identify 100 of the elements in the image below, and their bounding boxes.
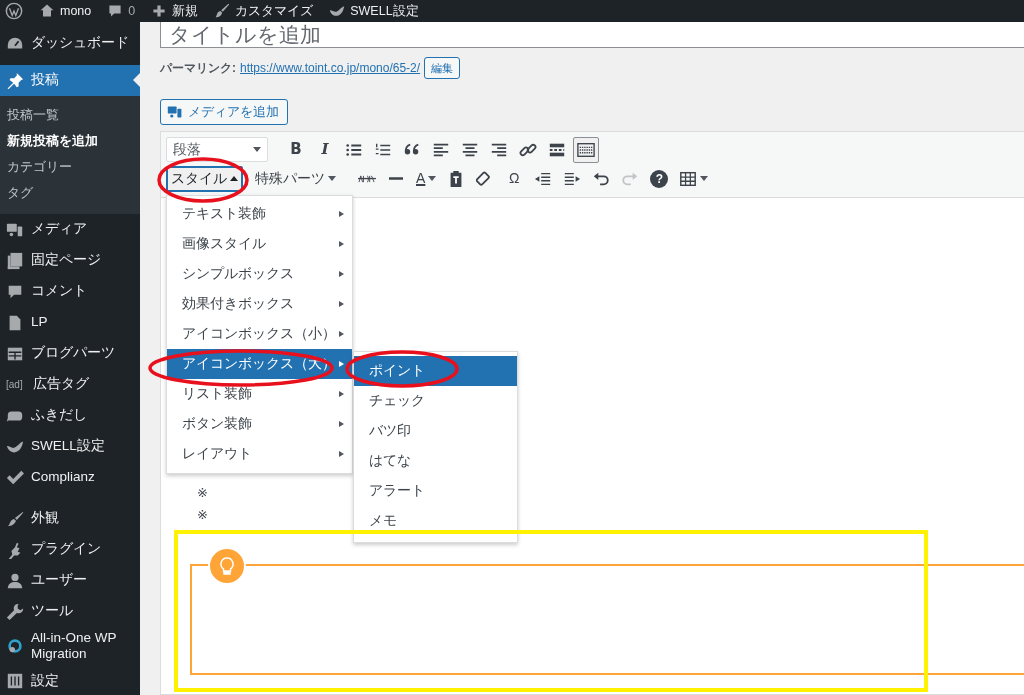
menu-item[interactable]: シンプルボックス xyxy=(167,259,352,289)
submenu-arrow-icon xyxy=(339,361,344,367)
text-line: ※ xyxy=(197,484,208,502)
sidebar-label: プラグイン xyxy=(31,541,101,558)
keyboard-icon xyxy=(577,140,595,159)
sidebar-item[interactable]: 設定 xyxy=(0,665,140,695)
sidebar-label: コメント xyxy=(31,283,87,300)
submenu-arrow-icon xyxy=(339,271,344,277)
submenu-item[interactable]: 投稿一覧 xyxy=(0,102,140,128)
sidebar-item[interactable]: プラグイン xyxy=(0,534,140,565)
bold-button[interactable]: B xyxy=(283,136,309,163)
edit-button[interactable]: 編集 xyxy=(424,57,461,79)
permalink-label: パーマリンク: xyxy=(160,60,236,77)
sidebar-item[interactable]: ツール xyxy=(0,596,140,627)
caret-icon xyxy=(328,176,336,181)
media-icon xyxy=(167,104,183,120)
horizontal-line-icon xyxy=(389,177,403,180)
menu-item[interactable]: チェック xyxy=(354,386,517,416)
sidebar-item[interactable]: 投稿 xyxy=(0,65,140,96)
toolbar-toggle-button[interactable] xyxy=(573,136,599,163)
admin-bar-link[interactable]: SWELL設定 xyxy=(350,1,419,21)
submenu-item[interactable]: タグ xyxy=(0,180,140,206)
plus-icon xyxy=(151,3,168,19)
menu-item[interactable]: リスト装飾 xyxy=(167,379,352,409)
table-icon xyxy=(679,169,698,188)
sidebar-item[interactable]: ダッシュボード xyxy=(0,28,140,59)
submenu-arrow-icon xyxy=(339,331,344,337)
submenu-arrow-icon xyxy=(339,391,344,397)
sidebar-item[interactable]: ふきだし xyxy=(0,400,140,431)
ad-icon: [ad] xyxy=(6,378,26,391)
sidebar-label: ツール xyxy=(31,603,73,620)
text-line: ※ xyxy=(197,506,208,524)
menu-item[interactable]: テキスト装飾 xyxy=(167,199,352,229)
submenu-item[interactable]: 新規投稿を追加 xyxy=(0,128,140,154)
strikethrough-icon xyxy=(358,174,376,183)
sidebar-label: ふきだし xyxy=(31,407,87,424)
home-icon xyxy=(39,3,55,19)
sidebar-label: All-in-One WP Migration xyxy=(31,630,118,663)
sidebar-label: ダッシュボード xyxy=(31,35,129,52)
submenu-item[interactable]: カテゴリー xyxy=(0,154,140,180)
menu-item[interactable]: バツ印 xyxy=(354,416,517,446)
sidebar-item[interactable]: [ad] 広告タグ xyxy=(0,369,140,400)
brush-icon xyxy=(214,3,231,19)
menu-item[interactable]: アラート xyxy=(354,476,517,506)
sidebar-item[interactable]: SWELL設定 xyxy=(0,431,140,462)
caret-icon xyxy=(253,147,261,152)
styles-menu-button[interactable]: スタイル xyxy=(166,165,243,192)
sidebar-item[interactable]: コメント xyxy=(0,276,140,307)
caret-icon xyxy=(428,176,437,181)
admin-bar-link[interactable]: 新規 xyxy=(172,1,199,21)
submenu-arrow-icon xyxy=(339,301,344,307)
menu-item[interactable]: 効果付きボックス xyxy=(167,289,352,319)
sidebar-item[interactable]: Complianz xyxy=(0,462,140,493)
admin-bar-link[interactable]: 0 xyxy=(128,1,136,21)
pages-icon xyxy=(6,251,24,270)
special-character-button[interactable]: Ω xyxy=(501,165,528,192)
sidebar-label: ブログパーツ xyxy=(31,345,115,362)
sidebar-label: メディア xyxy=(31,221,87,238)
user-icon xyxy=(6,571,24,590)
help-button[interactable]: ? xyxy=(650,169,669,188)
admin-bar-link[interactable]: mono xyxy=(60,1,92,21)
sidebar-label: 投稿 xyxy=(31,72,59,89)
italic-button[interactable]: I xyxy=(312,136,338,163)
sidebar-item[interactable]: All-in-One WP Migration xyxy=(0,627,140,666)
sidebar-item[interactable]: 固定ページ xyxy=(0,245,140,276)
comment-icon xyxy=(107,3,124,19)
sidebar-label: 固定ページ xyxy=(31,252,101,269)
menu-item[interactable]: アイコンボックス（小） xyxy=(167,319,352,349)
menu-item[interactable]: ポイント xyxy=(354,356,517,386)
submenu-arrow-icon xyxy=(339,211,344,217)
dropdown-button[interactable]: 特殊パーツ xyxy=(250,165,341,192)
admin-bar-link[interactable]: カスタマイズ xyxy=(235,1,314,21)
sidebar-item[interactable]: 外観 xyxy=(0,503,140,534)
title-field[interactable]: タイトルを追加 xyxy=(160,22,1024,48)
sidebar-item[interactable]: ブログパーツ xyxy=(0,338,140,369)
sliders-icon xyxy=(6,671,24,690)
sidebar-label: ユーザー xyxy=(31,572,87,589)
submenu-arrow-icon xyxy=(339,451,344,457)
sidebar-item[interactable]: メディア xyxy=(0,214,140,245)
sidebar-label: LP xyxy=(31,314,48,331)
sidebar-item[interactable]: ユーザー xyxy=(0,565,140,596)
sidebar-label: 広告タグ xyxy=(33,376,89,393)
submenu-arrow-icon xyxy=(339,421,344,427)
sidebar-label: SWELL設定 xyxy=(31,438,105,455)
text-color-button[interactable]: A xyxy=(412,165,441,192)
sidebar-label: 設定 xyxy=(31,672,59,689)
add-media-button[interactable]: メディアを追加 xyxy=(160,99,288,125)
menu-item[interactable]: はてな xyxy=(354,446,517,476)
caret-icon xyxy=(230,176,238,181)
sidebar-label: Complianz xyxy=(31,469,95,486)
permalink-link[interactable]: https://www.toint.co.jp/mono/65-2/ xyxy=(240,59,421,77)
sidebar-label: 外観 xyxy=(31,510,59,527)
menu-item[interactable]: ボタン装飾 xyxy=(167,409,352,439)
sidebar-item[interactable]: LP xyxy=(0,307,140,338)
format-select[interactable]: 段落 xyxy=(166,137,268,162)
menu-item[interactable]: メモ xyxy=(354,506,517,536)
menu-item[interactable]: 画像スタイル xyxy=(167,229,352,259)
wrench-icon xyxy=(6,602,24,621)
lightbulb-icon xyxy=(217,556,237,576)
menu-item[interactable]: レイアウト xyxy=(167,439,352,469)
